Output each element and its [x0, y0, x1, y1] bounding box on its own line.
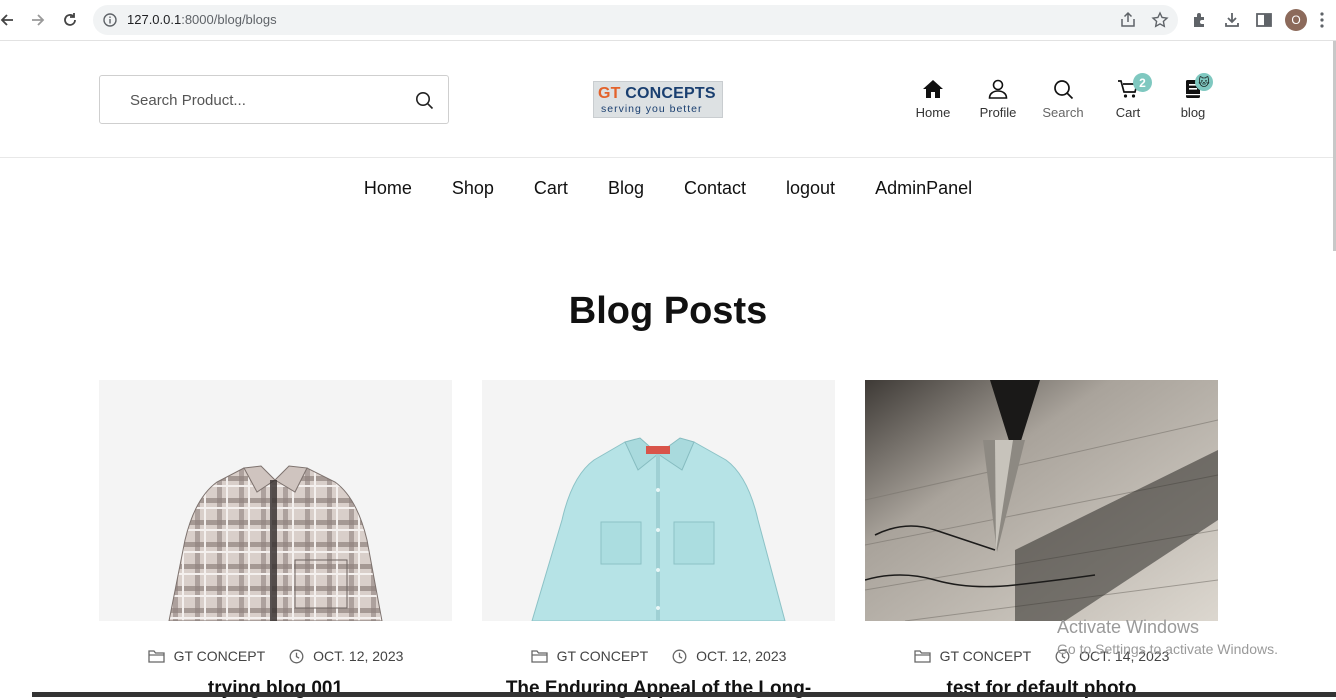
post-image-blue-shirt[interactable]: [482, 380, 835, 621]
site-info-icon[interactable]: [103, 12, 117, 31]
side-panel-icon[interactable]: [1254, 10, 1274, 30]
blog-card[interactable]: GT CONCEPT OCT. 14, 2023 test for defaul…: [865, 380, 1218, 699]
browser-toolbar: 127.0.0.1:8000/blog/blogs O: [0, 0, 1336, 41]
logo-title-concepts: CONCEPTS: [625, 85, 716, 102]
menu-kebab-icon[interactable]: [1320, 11, 1324, 29]
nav-contact[interactable]: Contact: [684, 178, 746, 199]
folder-icon: [913, 650, 931, 663]
home-icon: [903, 78, 963, 100]
forward-icon[interactable]: [27, 9, 49, 31]
header-divider: [0, 157, 1336, 158]
clock-icon: [289, 649, 304, 663]
clock-icon: [672, 649, 687, 663]
logo-tagline: serving you better: [601, 103, 703, 115]
header-home-label: Home: [915, 105, 951, 120]
header-blog-link[interactable]: 🐱 blog: [1163, 73, 1223, 120]
user-icon: [968, 78, 1028, 100]
site-logo[interactable]: GT CONCEPTS serving you better: [593, 81, 723, 118]
post-date: OCT. 12, 2023: [289, 648, 403, 664]
book-icon: [1163, 78, 1223, 100]
taskbar-edge: [32, 692, 1336, 697]
cat-face-icon: 🐱: [1195, 73, 1213, 91]
post-category-label: GT CONCEPT: [173, 648, 266, 664]
post-image-plaid-shirt[interactable]: [99, 380, 452, 621]
search-icon: [1033, 78, 1093, 100]
blog-card[interactable]: GT CONCEPT OCT. 12, 2023 trying blog 001: [99, 380, 452, 699]
bookmark-star-icon[interactable]: [1151, 11, 1169, 29]
url-text: 127.0.0.1:8000/blog/blogs: [127, 12, 277, 27]
post-category[interactable]: GT CONCEPT: [147, 648, 266, 664]
page-title: Blog Posts: [568, 290, 768, 332]
post-date-label: OCT. 12, 2023: [313, 648, 404, 664]
post-category-label: GT CONCEPT: [939, 648, 1032, 664]
product-search-input[interactable]: Search Product...: [99, 75, 449, 124]
cart-count-badge: 2: [1133, 73, 1152, 92]
header-search-label: Search: [1042, 105, 1084, 120]
blog-card[interactable]: GT CONCEPT OCT. 12, 2023 The Enduring Ap…: [482, 380, 835, 699]
profile-avatar[interactable]: O: [1285, 9, 1307, 31]
header-search-link[interactable]: Search: [1033, 78, 1093, 120]
logo-title-gt: GT: [598, 85, 626, 102]
activate-windows-title: Activate Windows: [1057, 617, 1200, 637]
nav-home[interactable]: Home: [364, 178, 412, 199]
nav-cart[interactable]: Cart: [534, 178, 568, 199]
main-nav: Home Shop Cart Blog Contact logout Admin…: [0, 178, 1336, 199]
search-icon[interactable]: [415, 91, 434, 114]
header-home-link[interactable]: Home: [903, 78, 963, 120]
url-host: 127.0.0.1: [127, 12, 182, 27]
header-profile-label: Profile: [979, 105, 1017, 120]
nav-adminpanel[interactable]: AdminPanel: [875, 178, 972, 199]
nav-shop[interactable]: Shop: [452, 178, 494, 199]
header-cart-label: Cart: [1115, 105, 1141, 120]
address-bar[interactable]: 127.0.0.1:8000/blog/blogs: [93, 5, 1178, 35]
folder-icon: [530, 650, 548, 663]
post-date: OCT. 12, 2023: [672, 648, 786, 664]
url-path: :8000/blog/blogs: [181, 12, 277, 27]
post-meta: GT CONCEPT OCT. 12, 2023: [482, 648, 835, 664]
search-placeholder: Search Product...: [130, 92, 246, 109]
extensions-icon[interactable]: [1190, 10, 1210, 30]
share-icon[interactable]: [1119, 11, 1137, 29]
header-blog-label: blog: [1180, 105, 1206, 120]
post-category[interactable]: GT CONCEPT: [530, 648, 649, 664]
header-cart-link[interactable]: 2 Cart: [1098, 73, 1158, 120]
post-meta: GT CONCEPT OCT. 12, 2023: [99, 648, 452, 664]
activate-windows-subtitle: Go to Settings to activate Windows.: [1057, 641, 1278, 657]
nav-logout[interactable]: logout: [786, 178, 835, 199]
post-image-fountain-pen[interactable]: [865, 380, 1218, 621]
post-category-label: GT CONCEPT: [556, 648, 649, 664]
post-date-label: OCT. 12, 2023: [696, 648, 787, 664]
folder-icon: [147, 650, 165, 663]
post-category[interactable]: GT CONCEPT: [913, 648, 1032, 664]
nav-blog[interactable]: Blog: [608, 178, 644, 199]
back-icon[interactable]: [0, 9, 18, 31]
reload-icon[interactable]: [59, 9, 81, 31]
download-icon[interactable]: [1222, 10, 1242, 30]
logo-title: GT CONCEPTS: [598, 85, 716, 103]
header-profile-link[interactable]: Profile: [968, 78, 1028, 120]
